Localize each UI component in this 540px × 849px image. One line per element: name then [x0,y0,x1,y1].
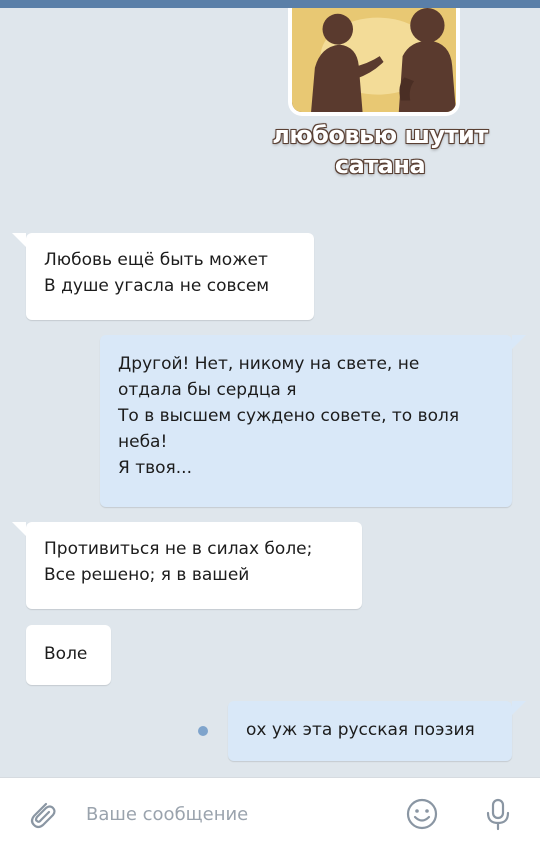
message-text: Все решено; я в вашей [44,565,250,585]
bubble-tail [12,233,26,247]
bubble-tail [512,335,526,349]
sticker-image [288,8,460,116]
message-bubble-outgoing[interactable]: ох уж эта русская поэзия [228,701,526,761]
message-text: Я твоя... [118,458,192,478]
message-text: Противиться не в силах боле; [44,539,313,559]
message-bubble-incoming[interactable]: Противиться не в силах боле; Все решено;… [12,522,362,609]
bubble-tail [512,701,526,715]
message-input[interactable] [86,800,386,828]
message-text: неба! [118,432,168,452]
message-bubble-incoming[interactable]: Любовь ещё быть может В душе угасла не с… [12,233,314,320]
bubble-tail [12,522,26,536]
message-text: Другой! Нет, никому на свете, не [118,354,420,374]
message-bubble-outgoing[interactable]: Другой! Нет, никому на свете, не отдала … [100,335,526,507]
sticker-caption-line: любовью шутит [272,121,488,149]
message-composer [0,777,540,849]
paperclip-icon[interactable] [24,796,60,832]
message-bubble-incoming[interactable]: Воле [26,625,111,685]
message-text: То в высшем суждено совете, то воля [118,406,460,426]
message-text: В душе угасла не совсем [44,276,270,296]
smiley-icon[interactable] [404,796,440,832]
message-text: Любовь ещё быть может [44,250,268,270]
message-text: ох уж эта русская поэзия [246,720,475,740]
sticker-message[interactable]: любовью шутит сатана [272,8,488,198]
unread-indicator [198,726,208,736]
message-text: отдала бы сердца я [118,380,297,400]
sticker-caption: любовью шутит сатана [270,120,490,180]
sticker-caption-line: сатана [334,151,426,179]
microphone-icon[interactable] [480,796,516,832]
top-bar [0,0,540,8]
message-text: Воле [44,644,88,664]
